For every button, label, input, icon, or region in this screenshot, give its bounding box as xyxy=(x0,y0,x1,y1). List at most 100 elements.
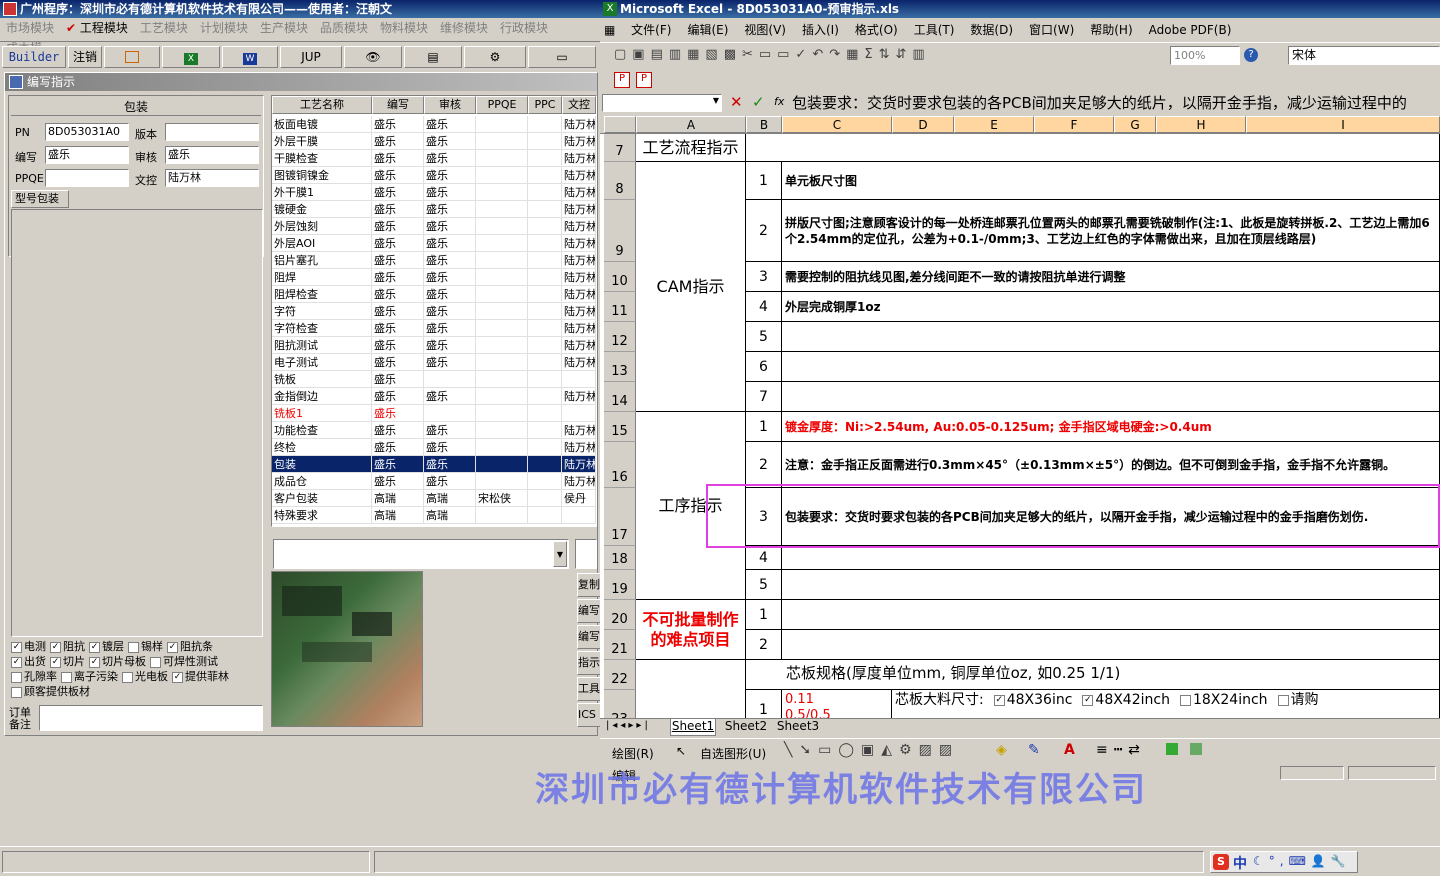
table-cell[interactable]: 功能检查 xyxy=(272,422,372,439)
side-button[interactable]: 编写 xyxy=(577,625,601,649)
table-cell[interactable]: 陆万林 xyxy=(562,150,596,167)
checkbox-锡样[interactable]: 锡样 xyxy=(128,640,163,653)
table-cell[interactable]: 电子测试 xyxy=(272,354,372,371)
table-cell[interactable]: 外层蚀刻 xyxy=(272,218,372,235)
table-cell[interactable] xyxy=(476,439,528,456)
table-row[interactable]: 电子测试 盛乐 盛乐 陆万林 xyxy=(272,354,596,371)
sheet-cell[interactable] xyxy=(746,134,1440,162)
sheet-cell-index[interactable]: 3 xyxy=(746,262,782,292)
row-header[interactable]: 19 xyxy=(604,570,636,600)
table-cell[interactable]: 高瑞 xyxy=(424,507,476,524)
tools-icon[interactable]: ⚙ xyxy=(464,46,526,68)
checkbox-box[interactable] xyxy=(11,686,22,698)
table-cell[interactable] xyxy=(528,490,562,507)
sheet-cell-index[interactable]: 1 xyxy=(746,162,782,200)
module-market[interactable]: 市场模块 xyxy=(0,18,60,38)
table-cell[interactable] xyxy=(528,473,562,490)
table-cell[interactable] xyxy=(476,507,528,524)
sheet-cell[interactable] xyxy=(782,322,1440,352)
checkbox-box[interactable]: ✓ xyxy=(89,641,100,653)
enter-icon[interactable]: ✓ xyxy=(752,93,765,111)
table-row[interactable]: 特殊要求 高瑞 高瑞 xyxy=(272,507,596,524)
module-maintenance[interactable]: 维修模块 xyxy=(434,18,494,38)
table-row[interactable]: 铝片塞孔 盛乐 盛乐 陆万林 xyxy=(272,252,596,269)
table-cell[interactable] xyxy=(528,286,562,303)
table-cell[interactable]: 陆万林 xyxy=(562,116,596,133)
sheet-cell-index[interactable]: 2 xyxy=(746,630,782,660)
option-label[interactable]: 芯板大料尺寸: xyxy=(895,692,984,708)
table-cell[interactable] xyxy=(476,456,528,473)
table-cell[interactable] xyxy=(476,133,528,150)
merged-section-label[interactable]: 不可批量制作的难点项目 xyxy=(636,600,746,660)
module-process[interactable]: 工艺模块 xyxy=(134,18,194,38)
table-cell[interactable]: 盛乐 xyxy=(372,133,424,150)
checkbox-label[interactable]: 出货 xyxy=(24,655,46,668)
table-cell[interactable]: 盛乐 xyxy=(424,252,476,269)
table-cell[interactable] xyxy=(528,405,562,422)
table-cell[interactable]: 盛乐 xyxy=(424,218,476,235)
table-cell[interactable]: 盛乐 xyxy=(424,456,476,473)
table-cell[interactable]: 盛乐 xyxy=(372,218,424,235)
column-header-F[interactable]: F xyxy=(1034,116,1114,133)
order-note-field[interactable] xyxy=(39,705,263,731)
table-cell[interactable]: 干膜检查 xyxy=(272,150,372,167)
checkbox-提供菲林[interactable]: ✓ 提供菲林 xyxy=(172,670,229,683)
table-cell[interactable]: 陆万林 xyxy=(562,456,596,473)
checkbox-label[interactable]: 电测 xyxy=(24,640,46,653)
sheet-cell[interactable] xyxy=(782,352,1440,382)
row-header[interactable]: 13 xyxy=(604,352,636,382)
option-label[interactable]: 48X42inch xyxy=(1095,692,1170,708)
table-cell[interactable] xyxy=(528,269,562,286)
font-color-icon[interactable]: A xyxy=(1064,742,1075,758)
table-cell[interactable]: 陆万林 xyxy=(562,167,596,184)
table-cell[interactable] xyxy=(424,371,476,388)
table-cell[interactable]: 陆万林 xyxy=(562,337,596,354)
checkbox-孔隙率[interactable]: 孔隙率 xyxy=(11,670,57,683)
checkbox-row[interactable]: 顾客提供板材 xyxy=(11,684,263,699)
table-cell[interactable] xyxy=(528,201,562,218)
menu-item[interactable]: 文件(F) xyxy=(623,19,679,41)
table-cell[interactable]: 阻焊检查 xyxy=(272,286,372,303)
table-cell[interactable]: 盛乐 xyxy=(424,337,476,354)
draw-menu[interactable]: 绘图(R) xyxy=(612,745,654,762)
table-row[interactable]: 铣板 盛乐 xyxy=(272,371,596,388)
table-cell[interactable]: 外层干膜 xyxy=(272,133,372,150)
table-cell[interactable] xyxy=(562,405,596,422)
row-header[interactable]: 8 xyxy=(604,162,636,200)
table-cell[interactable]: 陆万林 xyxy=(562,354,596,371)
table-cell[interactable] xyxy=(528,354,562,371)
checkbox-顾客提供板材[interactable]: 顾客提供板材 xyxy=(11,685,90,698)
checkbox-box[interactable]: ✓ xyxy=(50,656,61,668)
table-cell[interactable]: 阻抗测试 xyxy=(272,337,372,354)
table-cell[interactable] xyxy=(476,405,528,422)
option-label[interactable]: 18X24inch xyxy=(1193,692,1268,708)
checkbox-box[interactable]: ✓ xyxy=(1082,694,1094,706)
checkbox-label[interactable]: 镀层 xyxy=(102,640,124,653)
writer-field[interactable]: 盛乐 xyxy=(45,146,129,164)
checkbox-box[interactable] xyxy=(11,671,22,683)
sheet-cell[interactable] xyxy=(782,630,1440,660)
checkbox-box[interactable] xyxy=(122,671,133,683)
module-production[interactable]: 生产模块 xyxy=(254,18,314,38)
table-cell[interactable]: 陆万林 xyxy=(562,235,596,252)
jup-button[interactable]: JUP xyxy=(280,46,342,68)
tab-sheet3[interactable]: Sheet3 xyxy=(774,719,822,736)
table-cell[interactable]: 包装 xyxy=(272,456,372,473)
table-cell[interactable]: 陆万林 xyxy=(562,201,596,218)
table-cell[interactable]: 铝片塞孔 xyxy=(272,252,372,269)
table-cell[interactable]: 镀硬金 xyxy=(272,201,372,218)
table-cell[interactable]: 盛乐 xyxy=(372,371,424,388)
table-cell[interactable]: 盛乐 xyxy=(372,473,424,490)
name-box[interactable]: ▼ xyxy=(602,94,722,112)
module-plan[interactable]: 计划模块 xyxy=(194,18,254,38)
row-header[interactable]: 12 xyxy=(604,322,636,352)
table-cell[interactable]: 盛乐 xyxy=(372,269,424,286)
checkbox-box[interactable]: ✓ xyxy=(11,641,22,653)
table-cell[interactable]: 盛乐 xyxy=(424,303,476,320)
checkbox-切片母板[interactable]: ✓ 切片母板 xyxy=(89,655,146,668)
row-header[interactable]: 16 xyxy=(604,442,636,488)
table-cell[interactable]: 盛乐 xyxy=(424,320,476,337)
sheet-cell[interactable]: 注意：金手指正反面需进行0.3mm×45°（±0.13mm×±5°）的倒边。但不… xyxy=(782,442,1440,488)
table-cell[interactable]: 终检 xyxy=(272,439,372,456)
table-cell[interactable] xyxy=(562,507,596,524)
